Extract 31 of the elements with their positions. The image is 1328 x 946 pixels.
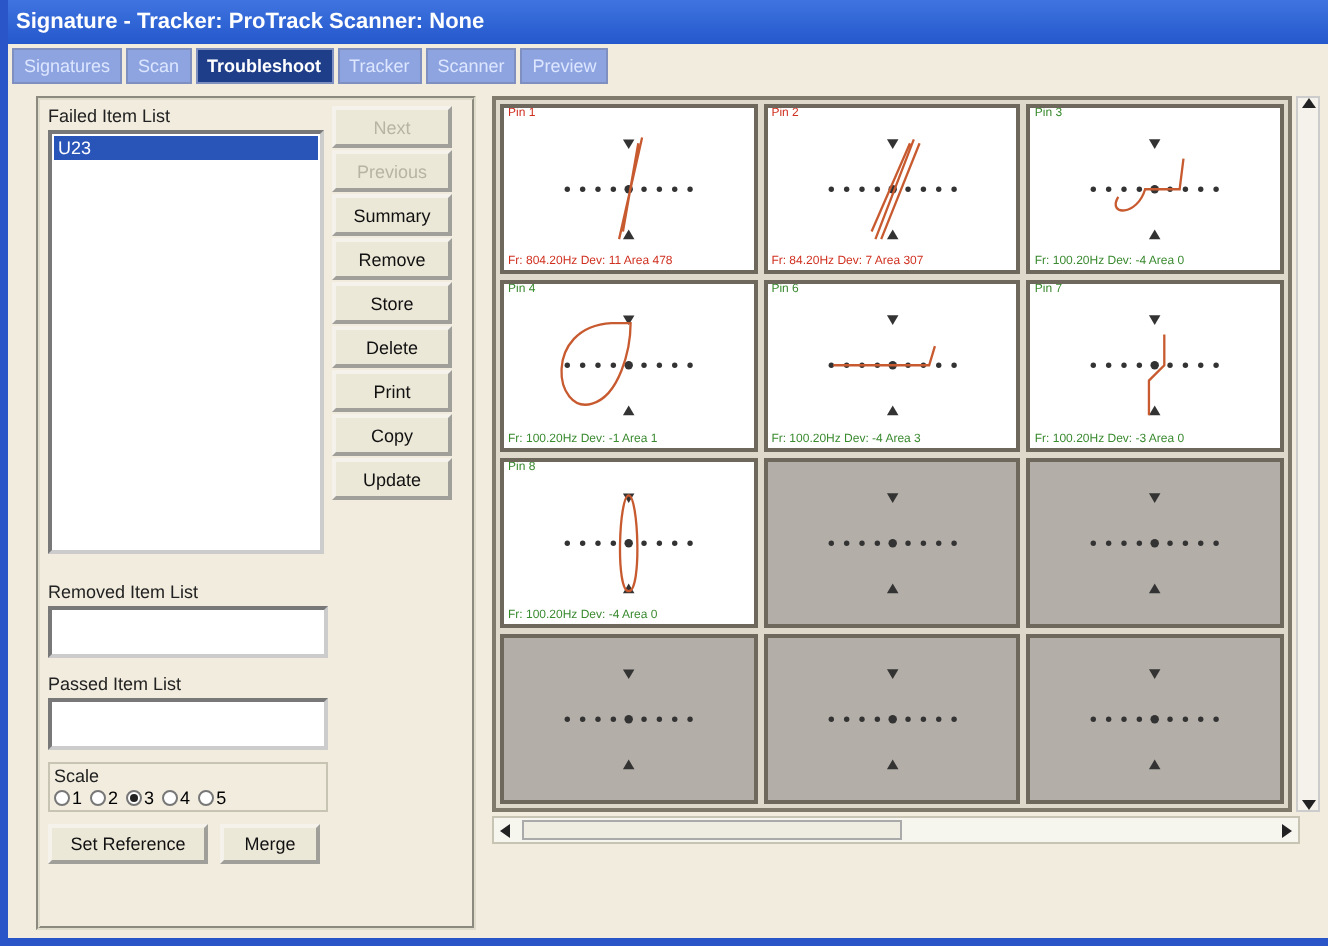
- tab[interactable]: Troubleshoot: [195, 48, 334, 84]
- horizontal-scrollbar[interactable]: [492, 816, 1300, 844]
- action-button[interactable]: Summary: [332, 194, 452, 236]
- list-label: Failed Item List: [48, 106, 173, 126]
- action-button[interactable]: Delete: [332, 326, 452, 368]
- scale-radio[interactable]: 3: [126, 788, 155, 808]
- scale-radio[interactable]: 1: [54, 788, 83, 808]
- action-button[interactable]: Store: [332, 282, 452, 324]
- group-label: Scale: [54, 766, 100, 786]
- scale-radio[interactable]: 5: [198, 788, 227, 808]
- window-title: Signature - Tracker: ProTrack Scanner: None: [8, 0, 1328, 44]
- action-button[interactable]: Print: [332, 370, 452, 412]
- vertical-scrollbar[interactable]: [1296, 96, 1320, 812]
- removed-item-list[interactable]: [48, 606, 328, 658]
- list-label: Passed Item List: [48, 674, 184, 694]
- failed-item-list[interactable]: U23: [48, 130, 324, 554]
- list-label: Removed Item List: [48, 582, 201, 602]
- action-button[interactable]: Set Reference: [48, 824, 208, 864]
- list-item[interactable]: U23: [54, 136, 318, 160]
- scale-radio[interactable]: 4: [162, 788, 191, 808]
- left-arrow-icon[interactable]: [500, 823, 510, 837]
- down-arrow-icon[interactable]: [1301, 800, 1316, 810]
- scroll-thumb[interactable]: [522, 820, 902, 840]
- action-button[interactable]: Copy: [332, 414, 452, 456]
- action-button[interactable]: Update: [332, 458, 452, 500]
- action-button[interactable]: Merge: [220, 824, 320, 864]
- passed-item-list[interactable]: [48, 698, 328, 750]
- action-button[interactable]: Remove: [332, 238, 452, 280]
- up-arrow-icon[interactable]: [1301, 98, 1316, 108]
- scale-radio[interactable]: 2: [90, 788, 119, 808]
- right-arrow-icon[interactable]: [1282, 823, 1292, 837]
